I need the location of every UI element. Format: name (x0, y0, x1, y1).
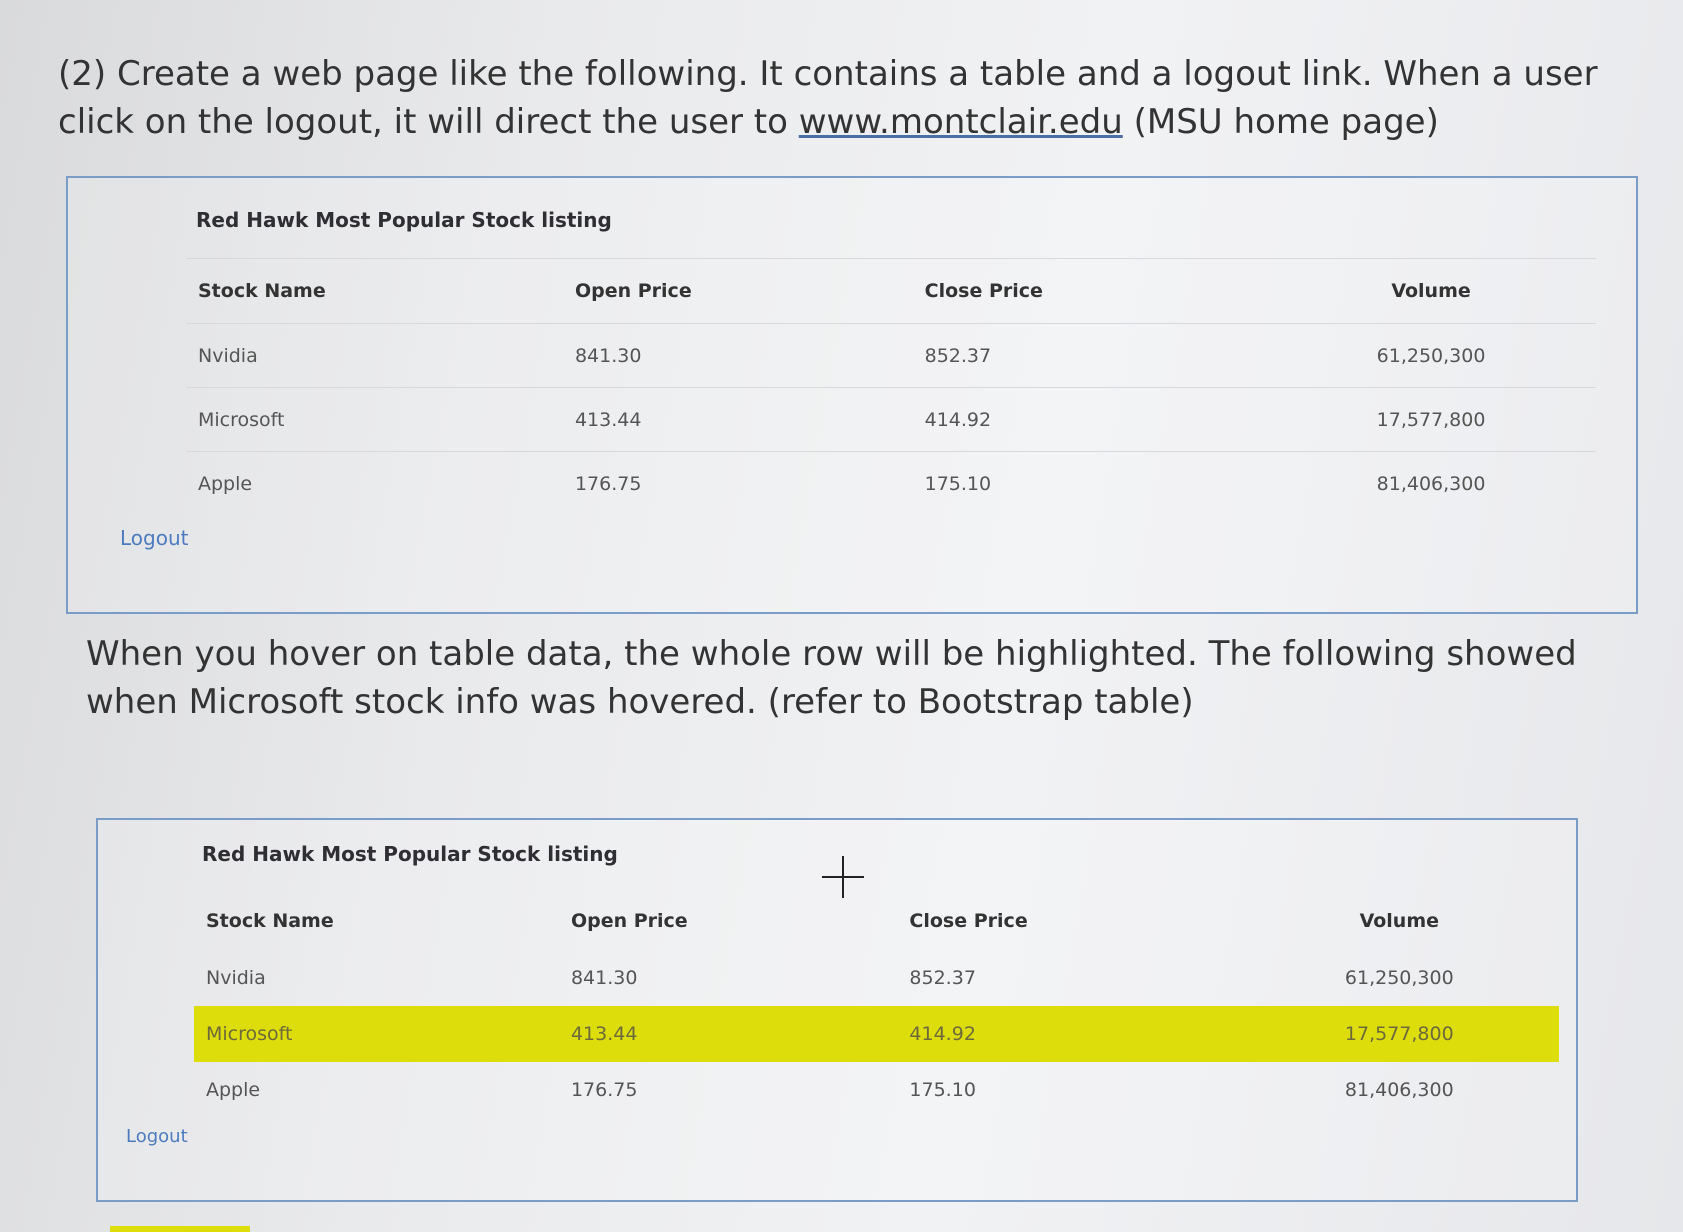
table-header-row: Stock Name Open Price Close Price Volume (186, 258, 1596, 324)
header-open-price: Open Price (570, 910, 688, 932)
header-stock-name: Stock Name (206, 910, 334, 932)
close-price-cell: 414.92 (912, 387, 1267, 452)
stock-name-cell: Microsoft (194, 1006, 559, 1062)
highlight-marker (110, 1226, 250, 1232)
open-price-cell: 176.75 (562, 451, 913, 515)
open-price-cell: 176.75 (570, 1079, 638, 1101)
close-price-cell: 175.10 (912, 451, 1267, 515)
volume-cell: 61,250,300 (1344, 967, 1454, 989)
hover-instructions-text: When you hover on table data, the whole … (86, 634, 1577, 722)
stock-table: Stock Name Open Price Close Price Volume… (194, 892, 1559, 1118)
logout-link[interactable]: Logout (120, 526, 188, 550)
stock-name-cell: Apple (206, 1079, 261, 1101)
table-row[interactable]: Microsoft 413.44 414.92 17,577,800 (186, 387, 1596, 452)
stock-name-cell: Nvidia (206, 967, 266, 989)
volume-cell: 17,577,800 (1239, 1006, 1559, 1062)
volume-cell: 61,250,300 (1266, 323, 1596, 388)
stock-name-cell: Apple (186, 451, 563, 515)
close-price-cell: 414.92 (897, 1006, 1240, 1062)
table-header-row: Stock Name Open Price Close Price Volume (194, 892, 1559, 950)
stock-panel-example: Red Hawk Most Popular Stock listing Stoc… (66, 176, 1638, 614)
close-price-cell: 852.37 (909, 967, 976, 989)
header-stock-name: Stock Name (186, 258, 563, 324)
header-volume: Volume (1266, 258, 1596, 324)
instructions-text: (2) Create a web page like the following… (58, 50, 1618, 146)
open-price-cell: 413.44 (562, 387, 913, 452)
table-row[interactable]: Nvidia 841.30 852.37 61,250,300 (194, 950, 1559, 1006)
stock-table: Stock Name Open Price Close Price Volume… (186, 258, 1596, 515)
open-price-cell: 841.30 (562, 323, 913, 388)
volume-cell: 81,406,300 (1344, 1079, 1454, 1101)
header-close-price: Close Price (912, 258, 1267, 324)
montclair-link[interactable]: www.montclair.edu (799, 102, 1123, 142)
table-row[interactable]: Apple 176.75 175.10 81,406,300 (186, 451, 1596, 515)
header-volume: Volume (1359, 910, 1440, 932)
open-price-cell: 841.30 (570, 967, 638, 989)
table-row-highlighted[interactable]: Microsoft 413.44 414.92 17,577,800 (194, 1006, 1559, 1062)
logout-link[interactable]: Logout (126, 1126, 188, 1147)
volume-cell: 81,406,300 (1266, 451, 1596, 515)
crosshair-cursor-icon (822, 856, 864, 898)
stock-name-cell: Nvidia (186, 323, 563, 388)
instructions-text-end: (MSU home page) (1122, 102, 1439, 142)
close-price-cell: 852.37 (912, 323, 1267, 388)
close-price-cell: 175.10 (909, 1079, 976, 1101)
table-row[interactable]: Nvidia 841.30 852.37 61,250,300 (186, 323, 1596, 388)
table-title: Red Hawk Most Popular Stock listing (196, 208, 612, 232)
table-row[interactable]: Apple 176.75 175.10 81,406,300 (194, 1062, 1559, 1118)
header-close-price: Close Price (909, 910, 1028, 932)
table-title: Red Hawk Most Popular Stock listing (202, 842, 618, 866)
volume-cell: 17,577,800 (1266, 387, 1596, 452)
stock-name-cell: Microsoft (186, 387, 563, 452)
open-price-cell: 413.44 (558, 1006, 898, 1062)
header-open-price: Open Price (562, 258, 913, 324)
